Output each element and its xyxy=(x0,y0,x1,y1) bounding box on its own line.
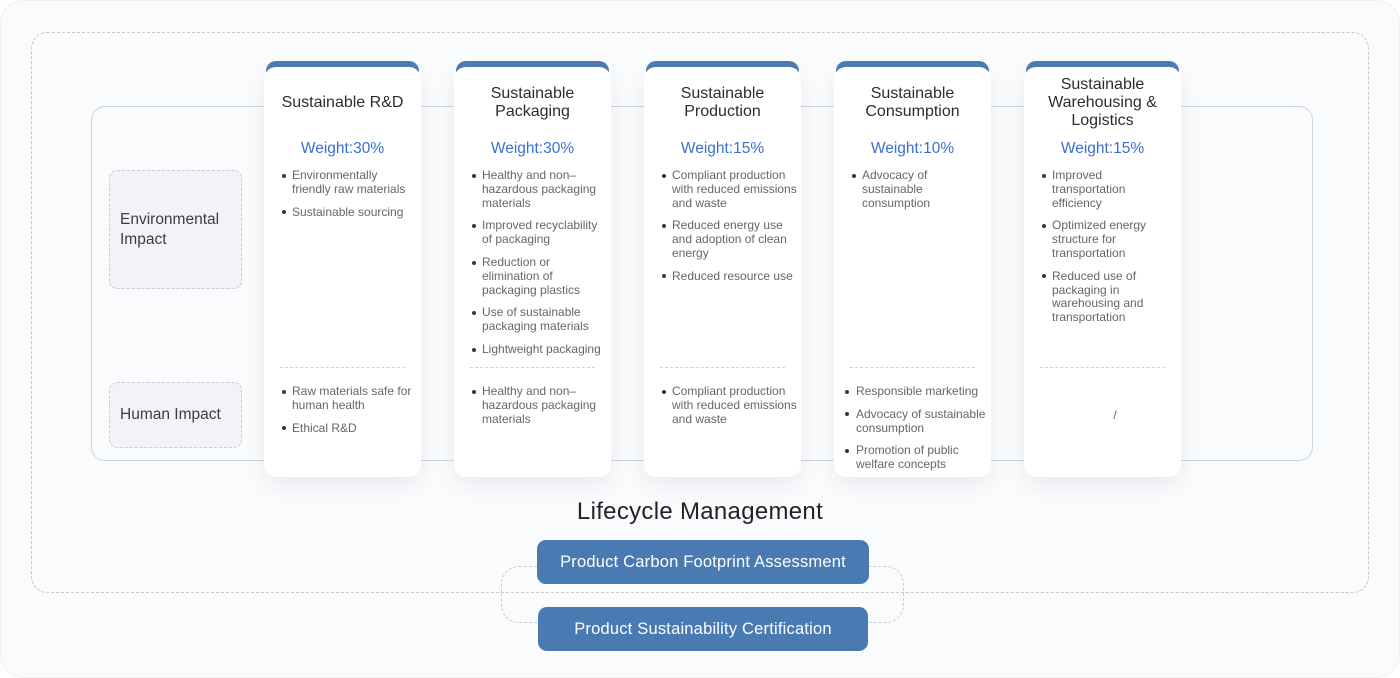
environmental-impact-list: Improved transportation efficiency Optimi… xyxy=(1024,169,1181,365)
card-title: Sustainable R&D xyxy=(268,75,417,131)
bullet-item: Advocacy of sustainable consumption xyxy=(862,169,988,210)
lifecycle-management-title: Lifecycle Management xyxy=(1,498,1399,526)
section-divider xyxy=(660,367,785,368)
bullet-item: Compliant production with reduced emissi… xyxy=(672,169,798,210)
bullet-item: Optimized energy structure for transport… xyxy=(1052,219,1163,260)
bullet-item: Lightweight packaging xyxy=(482,343,608,357)
card-body: Sustainable Production Weight:15% Compli… xyxy=(644,67,801,477)
card-weight: Weight:30% xyxy=(264,140,421,158)
product-sustainability-certification-button[interactable]: Product Sustainability Certification xyxy=(538,607,868,651)
bullet-item: Reduced resource use xyxy=(672,270,798,284)
bullet-item: Reduced energy use and adoption of clean… xyxy=(672,219,798,260)
bullet-item: Compliant production with reduced emissi… xyxy=(672,385,798,426)
card-title: Sustainable Consumption xyxy=(838,75,987,131)
bullet-item: Ethical R&D xyxy=(292,422,418,436)
card-title: Sustainable Packaging xyxy=(458,75,607,131)
bullet-item: Promotion of public welfare concepts xyxy=(856,444,989,471)
human-impact-list: Raw materials safe for human health Ethic… xyxy=(264,385,421,471)
human-impact-list: Responsible marketing Advocacy of sustain… xyxy=(834,385,991,471)
environmental-impact-list: Compliant production with reduced emissi… xyxy=(644,169,801,365)
card-sustainable-rd: Sustainable R&D Weight:30% Environmental… xyxy=(264,61,421,477)
bullet-item: Advocacy of sustainable consumption xyxy=(856,408,989,436)
row-label-human-impact: Human Impact xyxy=(109,382,242,448)
human-impact-list: Compliant production with reduced emissi… xyxy=(644,385,801,471)
bullet-item: Reduction or elimination of packaging pl… xyxy=(482,256,608,297)
card-sustainable-consumption: Sustainable Consumption Weight:10% Advoc… xyxy=(834,61,991,477)
bullet-item: Use of sustainable packaging materials xyxy=(482,306,608,334)
environmental-impact-list: Environmentally friendly raw materials Su… xyxy=(264,169,421,365)
bullet-item: Sustainable sourcing xyxy=(292,206,418,220)
card-body: Sustainable Warehousing & Logistics Weig… xyxy=(1024,67,1181,477)
bullet-item: Raw materials safe for human health xyxy=(292,385,418,413)
human-impact-list: Healthy and non–hazardous packaging mate… xyxy=(454,385,611,471)
section-divider xyxy=(470,367,595,368)
environmental-impact-list: Healthy and non–hazardous packaging mate… xyxy=(454,169,611,365)
card-sustainable-packaging: Sustainable Packaging Weight:30% Healthy… xyxy=(454,61,611,477)
bullet-item: Environmentally friendly raw materials xyxy=(292,169,418,197)
bullet-item: Reduced use of packaging in warehousing … xyxy=(1052,270,1163,325)
environmental-impact-list: Advocacy of sustainable consumption xyxy=(834,169,991,365)
card-title: Sustainable Production xyxy=(648,75,797,131)
card-weight: Weight:30% xyxy=(454,140,611,158)
bullet-item: Improved transportation efficiency xyxy=(1052,169,1163,210)
card-body: Sustainable R&D Weight:30% Environmental… xyxy=(264,67,421,477)
product-carbon-footprint-assessment-button[interactable]: Product Carbon Footprint Assessment xyxy=(537,540,869,584)
row-label-environmental-impact: Environmental Impact xyxy=(109,170,242,289)
card-body: Sustainable Consumption Weight:10% Advoc… xyxy=(834,67,991,477)
card-weight: Weight:15% xyxy=(644,140,801,158)
card-sustainable-production: Sustainable Production Weight:15% Compli… xyxy=(644,61,801,477)
card-sustainable-warehousing-logistics: Sustainable Warehousing & Logistics Weig… xyxy=(1024,61,1181,477)
human-impact-list: / xyxy=(1024,385,1181,471)
card-title: Sustainable Warehousing & Logistics xyxy=(1028,75,1177,131)
bullet-item: / xyxy=(1052,409,1178,423)
bullet-item: Healthy and non–hazardous packaging mate… xyxy=(482,169,608,210)
section-divider xyxy=(1040,367,1165,368)
card-weight: Weight:10% xyxy=(834,140,991,158)
bullet-item: Responsible marketing xyxy=(856,385,989,399)
card-weight: Weight:15% xyxy=(1024,140,1181,158)
bullet-item: Improved recyclability of packaging xyxy=(482,219,608,247)
section-divider xyxy=(850,367,975,368)
card-body: Sustainable Packaging Weight:30% Healthy… xyxy=(454,67,611,477)
section-divider xyxy=(280,367,405,368)
sustainability-framework-diagram: Environmental Impact Human Impact Sustai… xyxy=(0,0,1400,678)
bullet-item: Healthy and non–hazardous packaging mate… xyxy=(482,385,608,426)
